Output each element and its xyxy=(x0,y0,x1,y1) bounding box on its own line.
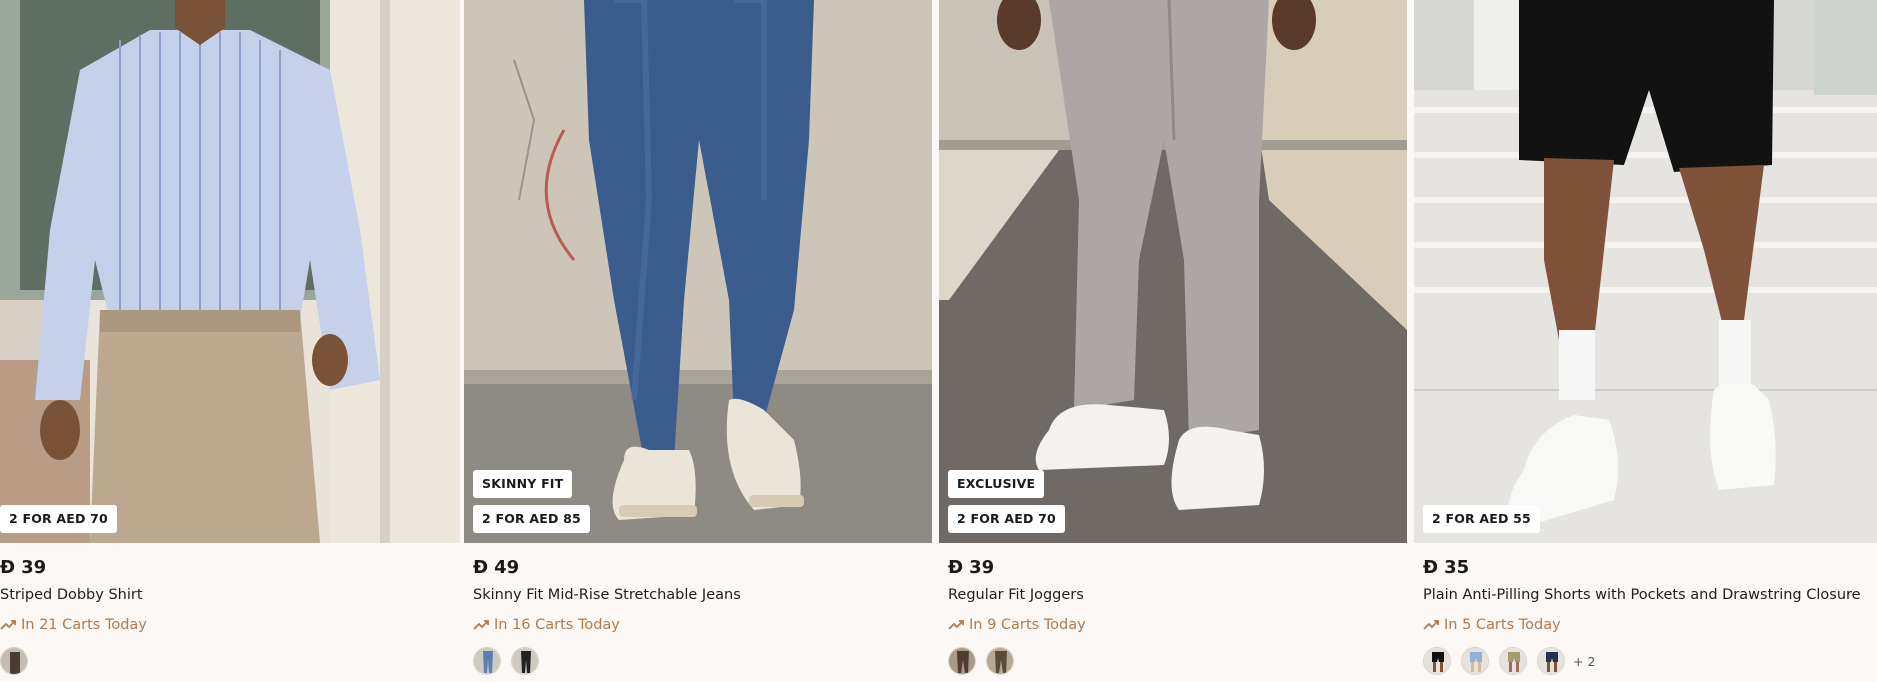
fit-tag-badge: SKINNY FIT xyxy=(473,470,573,498)
product-grid: 2 FOR AED 70 Đ 39 Striped Dobby Shirt In … xyxy=(0,0,1877,682)
carts-trend: In 5 Carts Today xyxy=(1423,617,1561,633)
color-swatch[interactable] xyxy=(0,647,28,675)
carts-trend: In 21 Carts Today xyxy=(0,617,147,633)
price-value: 39 xyxy=(21,557,47,578)
currency-symbol: Đ xyxy=(473,557,489,578)
offer-badge: 2 FOR AED 70 xyxy=(0,505,117,533)
more-colors-count[interactable]: + 2 xyxy=(1573,654,1595,669)
product-price: Đ 35 xyxy=(1423,557,1469,578)
currency-symbol: Đ xyxy=(1423,557,1439,578)
carts-trend-text: In 5 Carts Today xyxy=(1444,617,1561,633)
product-card[interactable]: SKINNY FIT 2 FOR AED 85 Đ 49 Skinny Fit M… xyxy=(464,0,932,682)
product-image[interactable] xyxy=(1414,0,1877,543)
product-image[interactable] xyxy=(939,0,1407,543)
color-swatch[interactable] xyxy=(986,647,1014,675)
trending-up-icon xyxy=(473,620,489,630)
product-card[interactable]: EXCLUSIVE 2 FOR AED 70 Đ 39 Regular Fit J… xyxy=(939,0,1407,682)
product-price: Đ 49 xyxy=(473,557,519,578)
color-swatches xyxy=(0,647,38,675)
color-swatch[interactable] xyxy=(1461,647,1489,675)
color-swatch[interactable] xyxy=(1423,647,1451,675)
color-swatch[interactable] xyxy=(1537,647,1565,675)
color-swatch[interactable] xyxy=(511,647,539,675)
trending-up-icon xyxy=(0,620,16,630)
carts-trend-text: In 16 Carts Today xyxy=(494,617,620,633)
color-swatches xyxy=(473,647,549,675)
offer-badge: 2 FOR AED 85 xyxy=(473,505,590,533)
product-name[interactable]: Plain Anti-Pilling Shorts with Pockets a… xyxy=(1423,587,1861,603)
product-price: Đ 39 xyxy=(948,557,994,578)
carts-trend-text: In 21 Carts Today xyxy=(21,617,147,633)
offer-badge: 2 FOR AED 70 xyxy=(948,505,1065,533)
product-name[interactable]: Skinny Fit Mid-Rise Stretchable Jeans xyxy=(473,587,741,603)
price-value: 49 xyxy=(494,557,520,578)
product-image[interactable] xyxy=(464,0,932,543)
carts-trend: In 9 Carts Today xyxy=(948,617,1086,633)
color-swatch[interactable] xyxy=(473,647,501,675)
trending-up-icon xyxy=(1423,620,1439,630)
price-value: 35 xyxy=(1444,557,1470,578)
color-swatch[interactable] xyxy=(948,647,976,675)
product-price: Đ 39 xyxy=(0,557,46,578)
product-card[interactable]: 2 FOR AED 55 Đ 35 Plain Anti-Pilling Shor… xyxy=(1414,0,1877,682)
product-name[interactable]: Regular Fit Joggers xyxy=(948,587,1084,603)
color-swatch[interactable] xyxy=(1499,647,1527,675)
trending-up-icon xyxy=(948,620,964,630)
product-name[interactable]: Striped Dobby Shirt xyxy=(0,587,143,603)
price-value: 39 xyxy=(969,557,995,578)
offer-badge: 2 FOR AED 55 xyxy=(1423,505,1540,533)
currency-symbol: Đ xyxy=(0,557,16,578)
carts-trend: In 16 Carts Today xyxy=(473,617,620,633)
currency-symbol: Đ xyxy=(948,557,964,578)
product-image[interactable] xyxy=(0,0,460,543)
carts-trend-text: In 9 Carts Today xyxy=(969,617,1086,633)
color-swatches xyxy=(948,647,1024,675)
exclusive-tag-badge: EXCLUSIVE xyxy=(948,470,1045,498)
color-swatches: + 2 xyxy=(1423,647,1595,675)
product-card[interactable]: 2 FOR AED 70 Đ 39 Striped Dobby Shirt In … xyxy=(0,0,460,682)
